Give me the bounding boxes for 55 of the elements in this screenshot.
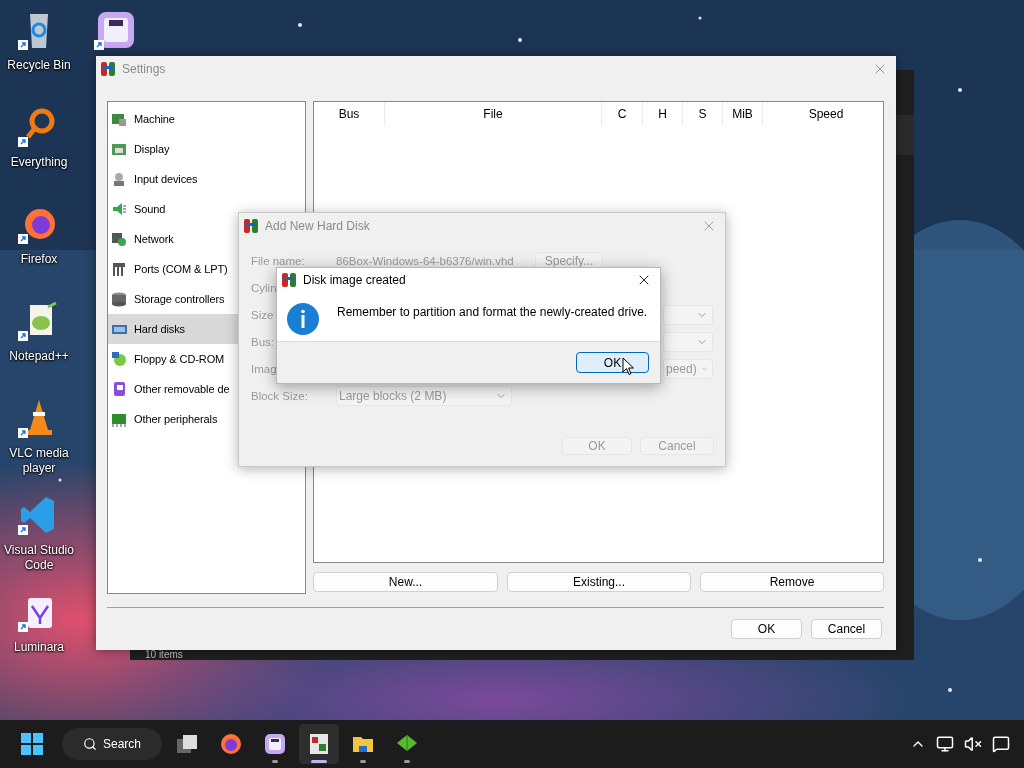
category-item[interactable]: Display: [108, 134, 305, 164]
column-header[interactable]: Bus: [314, 102, 385, 126]
message-text: Remember to partition and format the newly-created drive.: [337, 305, 648, 319]
file-path-text: 86Box-Windows-64-b6376/win.vhd: [336, 254, 515, 267]
status-text: 10 items: [145, 650, 183, 660]
category-item[interactable]: Input devices: [108, 164, 305, 194]
network-card-icon: [111, 230, 128, 248]
mouse-cursor-icon: [622, 357, 635, 376]
removable-drive-icon: [111, 380, 128, 398]
dialog-button[interactable]: Cancel: [811, 619, 882, 639]
speaker-icon: [111, 200, 128, 218]
port-connector-icon: [111, 260, 128, 278]
app-logo-icon: [281, 272, 297, 288]
app-logo-icon: [243, 218, 259, 234]
ok-button[interactable]: OK: [576, 352, 649, 373]
task-view-icon: [175, 732, 199, 756]
desktop-icon-label[interactable]: Luminara: [14, 640, 64, 655]
action-button[interactable]: Existing...: [507, 572, 691, 592]
search-button[interactable]: Search: [62, 728, 162, 760]
action-button[interactable]: New...: [313, 572, 498, 592]
notification-icon[interactable]: [992, 735, 1010, 753]
floppy-app-icon[interactable]: [94, 10, 136, 52]
column-header[interactable]: H: [643, 102, 683, 126]
window-title: Settings: [122, 62, 166, 76]
monitor-icon[interactable]: [936, 735, 954, 753]
desktop-icon-label[interactable]: Firefox: [20, 252, 58, 267]
desktop-icon-label[interactable]: Everything: [10, 155, 68, 170]
field-label: File name:: [251, 254, 305, 267]
field-label: Cylin: [251, 281, 277, 294]
message-title: Disk image created: [303, 273, 406, 287]
app-logo-icon: [100, 61, 116, 77]
dialog-title: Add New Hard Disk: [265, 219, 370, 233]
desktop-icon-label[interactable]: Recycle Bin: [7, 58, 71, 73]
info-icon: [287, 303, 319, 335]
desktop-icon-label[interactable]: Visual Studio Code: [1, 543, 77, 573]
column-header[interactable]: C: [602, 102, 643, 126]
column-header[interactable]: S: [683, 102, 723, 126]
search-icon: [83, 737, 97, 751]
desktop-icon-label[interactable]: VLC media player: [1, 446, 77, 476]
category-item[interactable]: Machine: [108, 104, 305, 134]
dialog-button[interactable]: OK: [731, 619, 802, 639]
column-header[interactable]: MiB: [723, 102, 763, 126]
action-button[interactable]: Remove: [700, 572, 884, 592]
desktop-icon-label[interactable]: Notepad++: [9, 349, 69, 364]
column-header[interactable]: File: [385, 102, 602, 126]
floppy-app-icon: [263, 732, 287, 756]
disk-stack-icon: [111, 290, 128, 308]
browser-icon: [219, 732, 243, 756]
muted-speaker-icon[interactable]: [964, 735, 982, 753]
column-header[interactable]: Speed: [763, 102, 890, 126]
field-label: Block Size:: [251, 389, 308, 402]
start-icon[interactable]: [21, 733, 43, 755]
disc-drive-icon: [111, 350, 128, 368]
emulator-app-icon: [307, 732, 331, 756]
field-label: Imag: [251, 362, 277, 375]
